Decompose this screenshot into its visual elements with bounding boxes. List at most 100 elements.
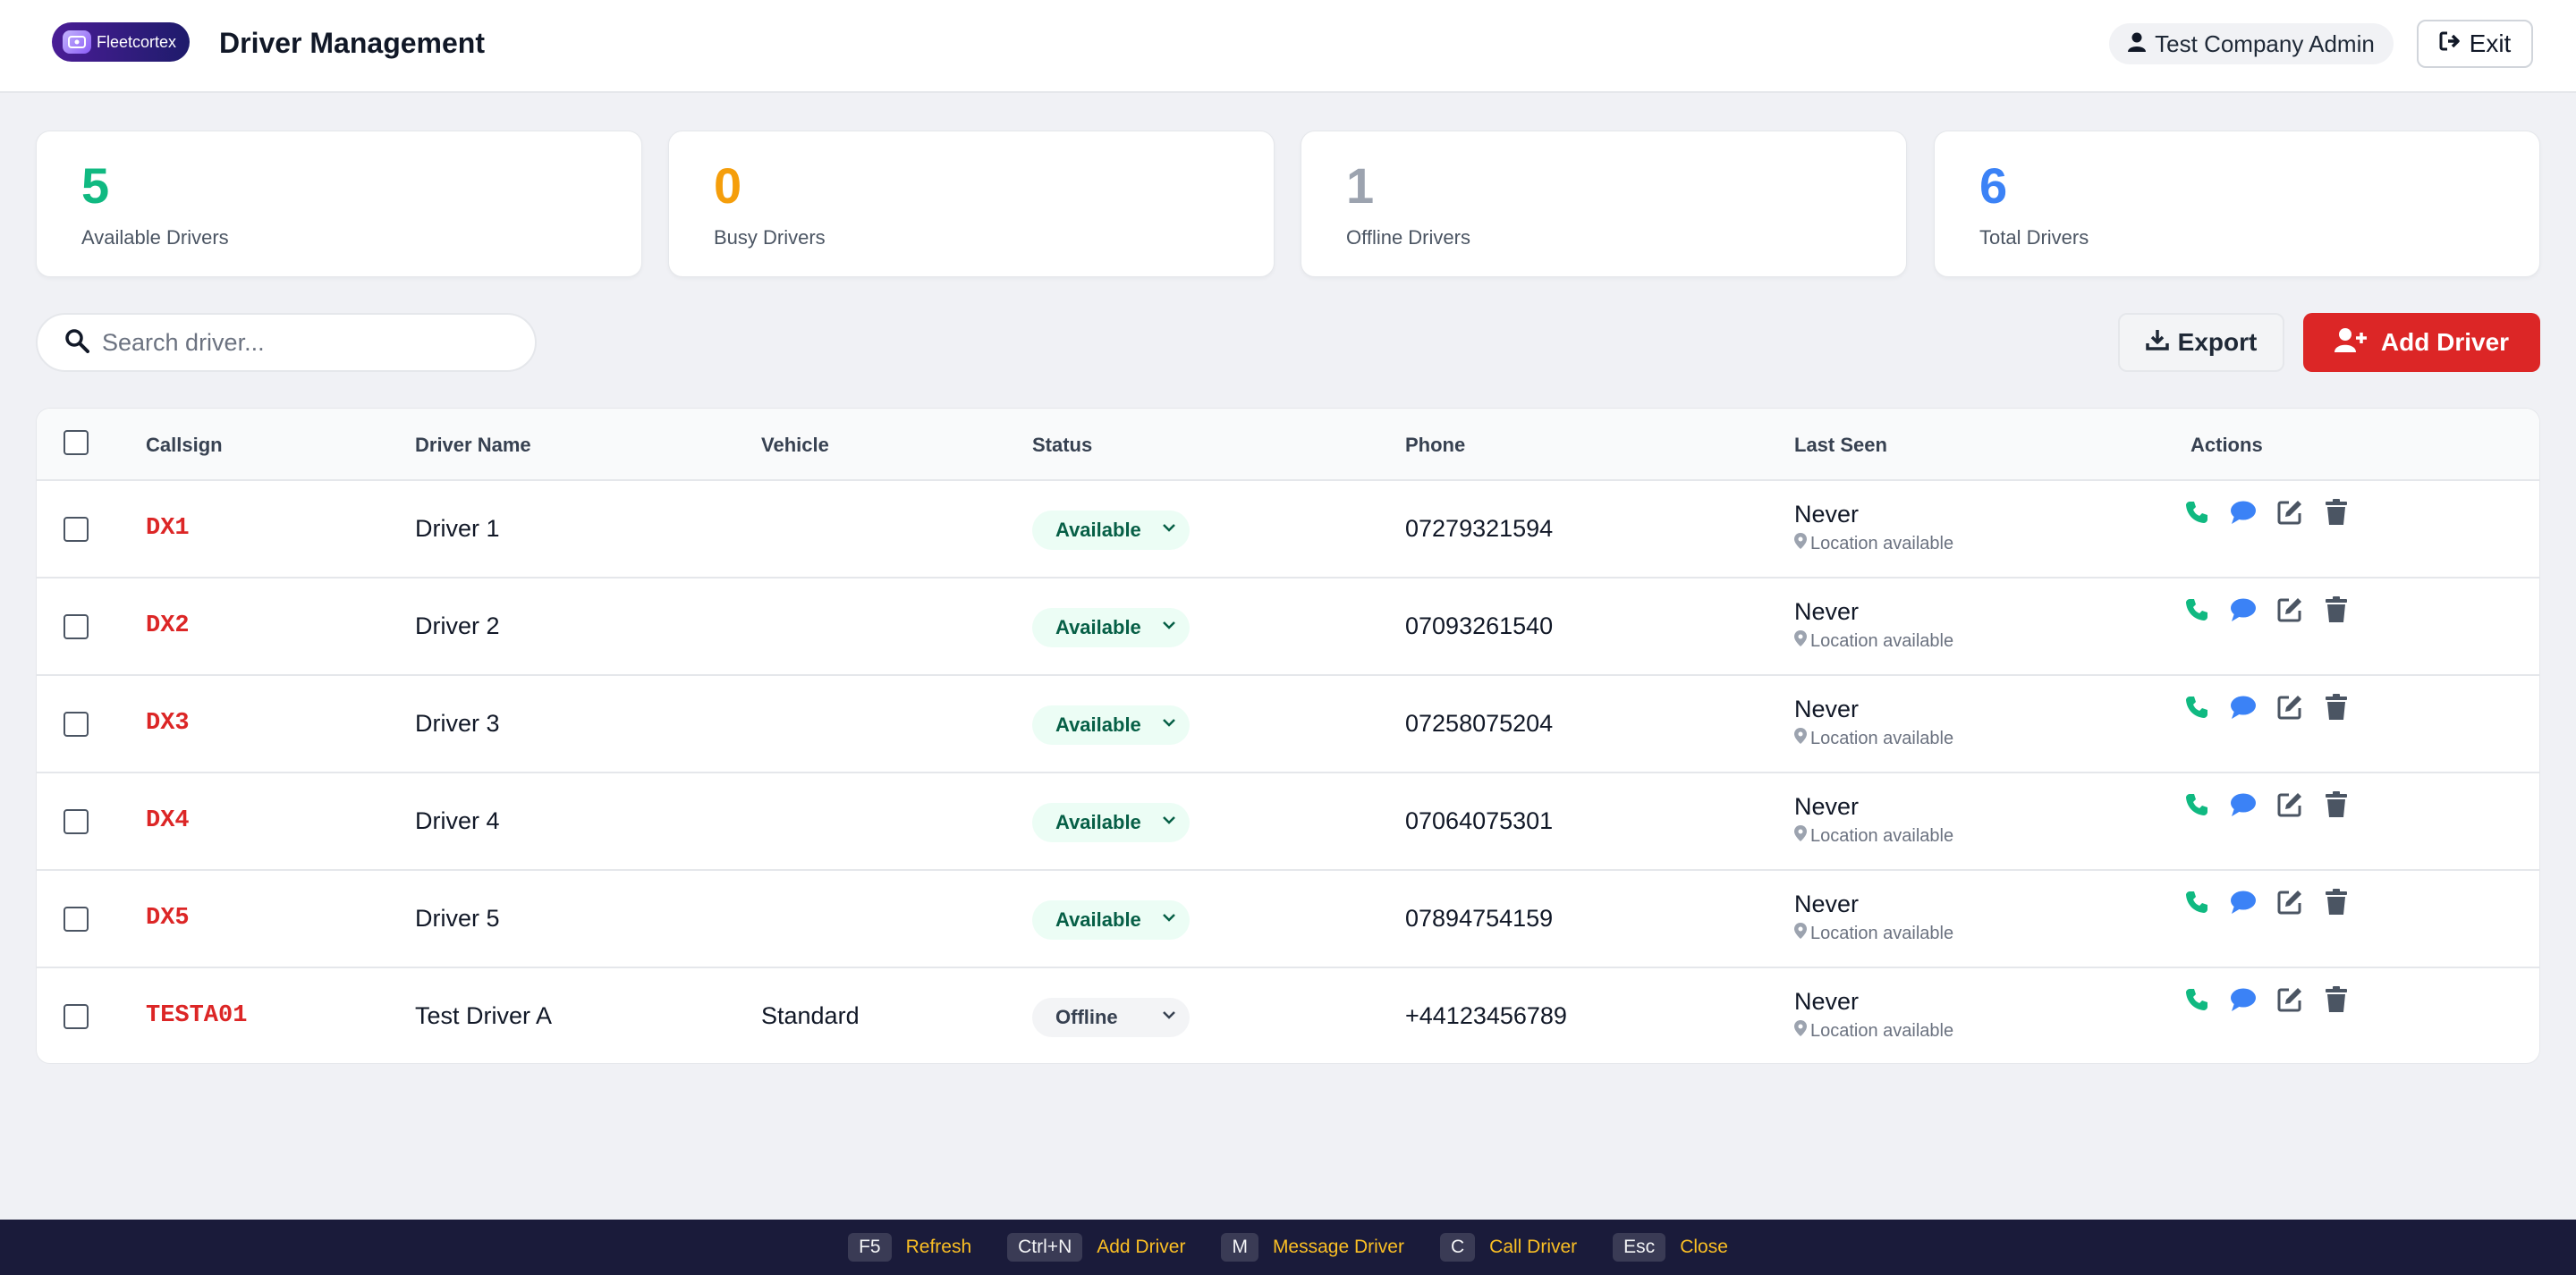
add-driver-button[interactable]: Add Driver bbox=[2303, 313, 2540, 372]
message-icon[interactable] bbox=[2230, 596, 2257, 623]
shortcut-label: Add Driver bbox=[1097, 1237, 1186, 1257]
exit-button[interactable]: Exit bbox=[2417, 20, 2533, 68]
phone-icon[interactable] bbox=[2183, 694, 2210, 721]
driver-name: Driver 1 bbox=[415, 515, 500, 542]
driver-name: Driver 5 bbox=[415, 905, 500, 932]
message-icon[interactable] bbox=[2230, 791, 2257, 818]
map-pin-icon bbox=[1794, 630, 1807, 652]
table-row[interactable]: DX4 Driver 4 Available 07064075301 Never Loca… bbox=[37, 773, 2539, 871]
shortcut-message-driver[interactable]: M Message Driver bbox=[1221, 1233, 1404, 1262]
map-pin-icon bbox=[1794, 825, 1807, 847]
stat-label: Total Drivers bbox=[1979, 226, 2089, 249]
fleetcortex-logo[interactable]: Fleetcortex bbox=[52, 22, 190, 62]
callsign[interactable]: DX2 bbox=[146, 612, 190, 639]
row-checkbox[interactable] bbox=[64, 907, 89, 932]
status-select[interactable]: Available bbox=[1032, 608, 1190, 647]
shortcut-key: M bbox=[1221, 1233, 1258, 1262]
callsign[interactable]: DX5 bbox=[146, 905, 190, 932]
edit-icon[interactable] bbox=[2276, 889, 2303, 916]
chevron-down-icon bbox=[1161, 714, 1177, 736]
row-checkbox[interactable] bbox=[64, 517, 89, 542]
trash-icon[interactable] bbox=[2323, 596, 2350, 623]
row-actions bbox=[2183, 596, 2350, 623]
search-box[interactable] bbox=[36, 313, 537, 372]
shortcut-key: C bbox=[1439, 1233, 1476, 1262]
stat-card-available: 5 Available Drivers bbox=[36, 131, 642, 277]
status-value: Available bbox=[1055, 908, 1141, 931]
row-checkbox[interactable] bbox=[64, 1004, 89, 1029]
column-header-callsign[interactable]: Callsign bbox=[146, 434, 223, 457]
last-seen: Never bbox=[1794, 793, 1860, 820]
callsign[interactable]: TESTA01 bbox=[146, 1002, 247, 1029]
phone-icon[interactable] bbox=[2183, 889, 2210, 916]
trash-icon[interactable] bbox=[2323, 986, 2350, 1013]
last-seen: Never bbox=[1794, 988, 1860, 1015]
exit-label: Exit bbox=[2469, 30, 2512, 57]
phone-icon[interactable] bbox=[2183, 791, 2210, 818]
table-row[interactable]: DX1 Driver 1 Available 07279321594 Never Loca… bbox=[37, 481, 2539, 578]
chevron-down-icon bbox=[1161, 909, 1177, 931]
row-actions bbox=[2183, 694, 2350, 721]
edit-icon[interactable] bbox=[2276, 596, 2303, 623]
user-menu[interactable]: Test Company Admin bbox=[2109, 23, 2394, 64]
message-icon[interactable] bbox=[2230, 889, 2257, 916]
trash-icon[interactable] bbox=[2323, 694, 2350, 721]
status-select[interactable]: Offline bbox=[1032, 998, 1190, 1037]
trash-icon[interactable] bbox=[2323, 889, 2350, 916]
edit-icon[interactable] bbox=[2276, 499, 2303, 526]
drivers-table: Callsign Driver Name Vehicle Status Phon… bbox=[36, 408, 2540, 1064]
trash-icon[interactable] bbox=[2323, 499, 2350, 526]
row-checkbox[interactable] bbox=[64, 712, 89, 737]
callsign[interactable]: DX3 bbox=[146, 710, 190, 737]
map-pin-icon bbox=[1794, 533, 1807, 554]
phone-icon[interactable] bbox=[2183, 596, 2210, 623]
phone-icon[interactable] bbox=[2183, 986, 2210, 1013]
driver-name: Test Driver A bbox=[415, 1002, 553, 1029]
status-select[interactable]: Available bbox=[1032, 511, 1190, 550]
export-button[interactable]: Export bbox=[2118, 313, 2284, 372]
location-status: Location available bbox=[1794, 923, 1953, 944]
edit-icon[interactable] bbox=[2276, 694, 2303, 721]
row-checkbox[interactable] bbox=[64, 614, 89, 639]
map-pin-icon bbox=[1794, 923, 1807, 944]
status-select[interactable]: Available bbox=[1032, 803, 1190, 842]
shortcut-call-driver[interactable]: C Call Driver bbox=[1439, 1233, 1577, 1262]
column-header-status[interactable]: Status bbox=[1032, 434, 1092, 457]
column-header-driver-name[interactable]: Driver Name bbox=[415, 434, 531, 457]
search-input[interactable] bbox=[102, 328, 513, 357]
shortcut-refresh[interactable]: F5 Refresh bbox=[848, 1233, 971, 1262]
table-row[interactable]: DX2 Driver 2 Available 07093261540 Never Loca… bbox=[37, 578, 2539, 676]
map-pin-icon bbox=[1794, 728, 1807, 749]
phone-icon[interactable] bbox=[2183, 499, 2210, 526]
select-all-checkbox[interactable] bbox=[64, 430, 89, 455]
last-seen: Never bbox=[1794, 696, 1860, 722]
edit-icon[interactable] bbox=[2276, 986, 2303, 1013]
status-select[interactable]: Available bbox=[1032, 705, 1190, 745]
shortcut-label: Close bbox=[1680, 1237, 1728, 1257]
row-checkbox[interactable] bbox=[64, 809, 89, 834]
phone-number: +44123456789 bbox=[1405, 1002, 1567, 1029]
column-header-actions: Actions bbox=[2190, 434, 2263, 456]
table-row[interactable]: DX3 Driver 3 Available 07258075204 Never Loca… bbox=[37, 676, 2539, 773]
stat-label: Offline Drivers bbox=[1346, 226, 1470, 249]
shortcut-close[interactable]: Esc Close bbox=[1613, 1233, 1728, 1262]
message-icon[interactable] bbox=[2230, 499, 2257, 526]
trash-icon[interactable] bbox=[2323, 791, 2350, 818]
callsign[interactable]: DX4 bbox=[146, 807, 190, 834]
callsign[interactable]: DX1 bbox=[146, 515, 190, 542]
shortcut-add-driver[interactable]: Ctrl+N Add Driver bbox=[1007, 1233, 1185, 1262]
message-icon[interactable] bbox=[2230, 694, 2257, 721]
location-status: Location available bbox=[1794, 533, 1953, 554]
chevron-down-icon bbox=[1161, 1007, 1177, 1028]
message-icon[interactable] bbox=[2230, 986, 2257, 1013]
status-value: Available bbox=[1055, 519, 1141, 541]
shortcut-label: Message Driver bbox=[1272, 1237, 1404, 1257]
edit-icon[interactable] bbox=[2276, 791, 2303, 818]
column-header-vehicle[interactable]: Vehicle bbox=[761, 434, 829, 457]
table-row[interactable]: TESTA01 Test Driver A Standard Offline +4412… bbox=[37, 968, 2539, 1063]
column-header-last-seen[interactable]: Last Seen bbox=[1794, 434, 1887, 457]
user-name: Test Company Admin bbox=[2155, 30, 2375, 57]
table-row[interactable]: DX5 Driver 5 Available 07894754159 Never Loca… bbox=[37, 871, 2539, 968]
status-select[interactable]: Available bbox=[1032, 900, 1190, 940]
column-header-phone[interactable]: Phone bbox=[1405, 434, 1465, 457]
